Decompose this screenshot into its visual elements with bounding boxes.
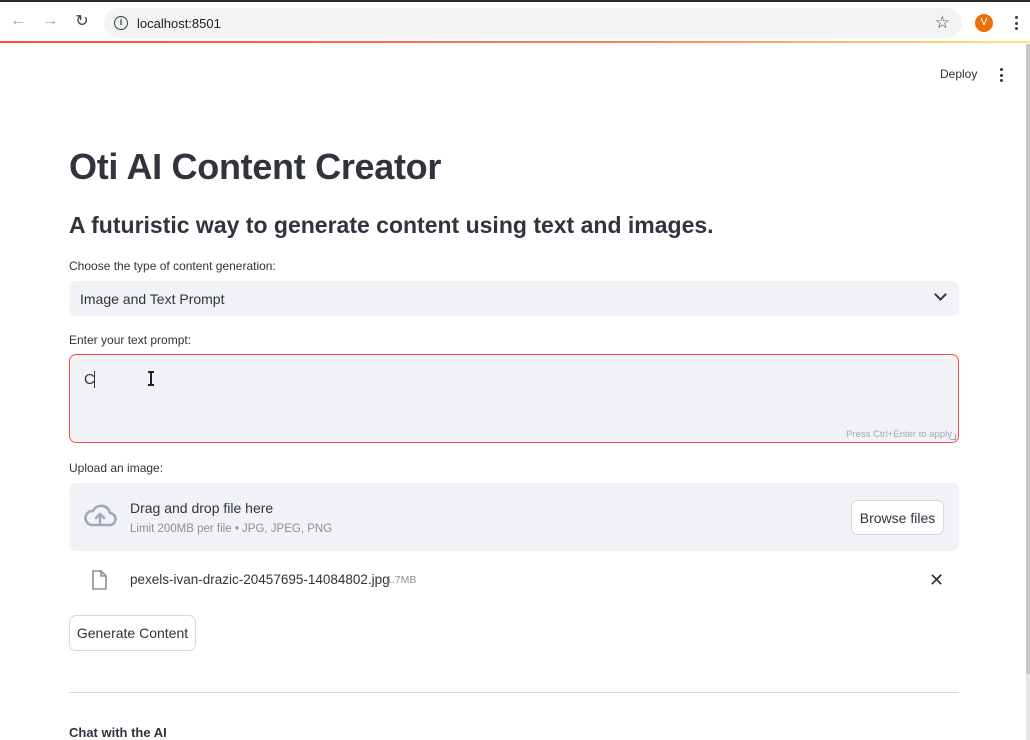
prompt-label: Enter your text prompt: [69,333,192,347]
info-icon[interactable]: i [114,16,128,30]
deploy-button[interactable]: Deploy [940,67,977,81]
browse-files-button[interactable]: Browse files [851,500,944,535]
forward-icon[interactable]: → [40,11,60,31]
close-icon[interactable]: ✕ [929,571,944,589]
prompt-hint: Press Ctrl+Enter to apply [846,429,952,440]
dropzone-title: Drag and drop file here [130,500,274,516]
content-type-label: Choose the type of content generation: [69,259,276,273]
browser-kebab-icon[interactable] [1010,14,1022,32]
scrollbar-thumb[interactable] [1026,44,1030,674]
url-text[interactable]: localhost:8501 [137,16,221,31]
star-icon[interactable]: ☆ [935,13,950,33]
file-name: pexels-ivan-drazic-20457695-14084802.jpg [130,572,390,587]
page-subtitle: A futuristic way to generate content usi… [69,212,714,238]
address-bar[interactable]: i localhost:8501 ☆ [104,8,962,38]
file-icon [92,570,107,590]
prompt-textarea[interactable]: C Press Ctrl+Enter to apply [69,354,959,443]
dropzone-limit: Limit 200MB per file • JPG, JPEG, PNG [130,523,333,535]
file-size: 1.7MB [386,574,417,586]
file-dropzone[interactable]: Drag and drop file here Limit 200MB per … [69,483,959,551]
browser-toolbar: ← → ↻ i localhost:8501 ☆ V [0,0,1030,42]
chat-heading: Chat with the AI [69,725,167,740]
chevron-down-icon[interactable] [934,288,947,301]
kebab-icon[interactable] [996,68,1006,82]
back-icon[interactable]: ← [8,11,28,31]
content-type-value[interactable]: Image and Text Prompt [80,291,224,307]
content-type-select[interactable]: Image and Text Prompt [69,281,959,316]
profile-avatar[interactable]: V [975,14,993,32]
reload-icon[interactable]: ↻ [72,11,92,31]
page-title: Oti AI Content Creator [69,146,442,187]
generate-content-button[interactable]: Generate Content [69,615,196,651]
text-caret [94,371,95,388]
resize-handle-icon[interactable] [950,434,956,440]
uploaded-file-row: pexels-ivan-drazic-20457695-14084802.jpg… [69,566,959,596]
app-status-bar [0,41,1030,43]
ibeam-cursor-icon [148,371,154,386]
upload-label: Upload an image: [69,461,164,475]
cloud-upload-icon [84,504,117,527]
divider [69,692,959,693]
